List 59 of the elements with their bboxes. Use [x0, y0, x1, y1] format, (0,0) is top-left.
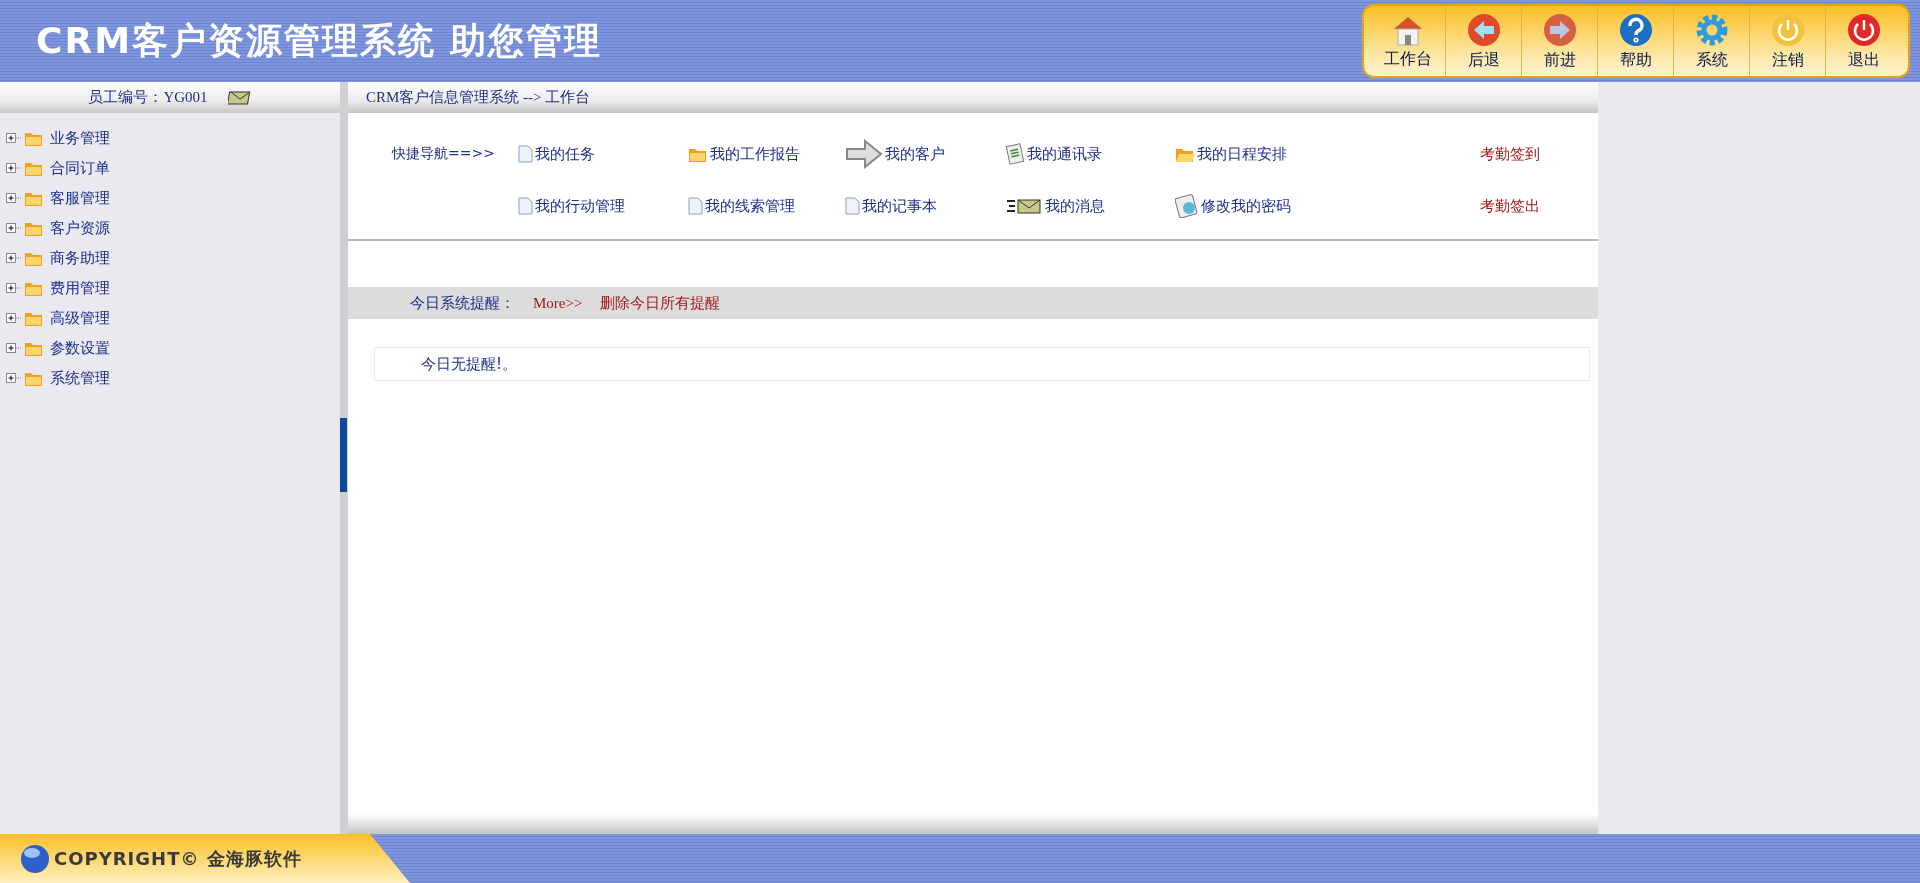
breadcrumb: CRM客户信息管理系统 --> 工作台	[348, 82, 1598, 113]
power-icon	[1769, 11, 1806, 48]
quick-nav-link[interactable]: 修改我的密码	[1175, 187, 1480, 225]
app-title: CRM客户资源管理系统 助您管理	[36, 18, 603, 63]
quick-nav-link[interactable]: 我的行动管理	[518, 187, 688, 225]
reminder-label: 今日系统提醒：	[410, 293, 515, 313]
toolbar-button[interactable]: 前进	[1522, 6, 1598, 76]
expand-icon[interactable]	[6, 252, 22, 264]
help-icon	[1617, 11, 1654, 48]
tree-item[interactable]: 业务管理	[50, 128, 110, 148]
attendance-link[interactable]: 考勤签出	[1480, 196, 1598, 216]
power-icon	[1846, 11, 1882, 48]
splitter-handle[interactable]	[340, 418, 347, 492]
document-icon	[518, 145, 533, 163]
quick-nav-link[interactable]: 我的记事本	[845, 187, 1005, 225]
tree-item[interactable]: 费用管理	[50, 278, 110, 298]
quick-nav-link[interactable]: 我的工作报告	[688, 135, 845, 173]
document-icon	[688, 197, 703, 215]
document-icon	[518, 197, 533, 215]
envelope-icon	[1005, 198, 1043, 214]
expand-icon[interactable]	[6, 192, 22, 204]
globe-icon	[20, 843, 50, 874]
toolbar-button[interactable]: 退出	[1826, 6, 1902, 76]
tree-item[interactable]: 客户资源	[50, 218, 110, 238]
tree-item[interactable]: 客服管理	[50, 188, 110, 208]
quick-nav-link[interactable]: 我的通讯录	[1005, 135, 1175, 173]
expand-icon[interactable]	[6, 162, 22, 174]
delete-reminders-link[interactable]: 删除今日所有提醒	[600, 293, 721, 313]
toolbar-button[interactable]: 注销	[1750, 6, 1826, 76]
attendance-link[interactable]: 考勤签到	[1480, 144, 1598, 164]
empty-reminder-message: 今日无提醒!。	[374, 347, 1590, 381]
envelope-icon[interactable]	[227, 89, 252, 106]
expand-icon[interactable]	[6, 282, 22, 294]
quick-nav-link[interactable]: 我的任务	[518, 135, 688, 173]
quick-nav-link[interactable]: 我的线索管理	[688, 187, 845, 225]
toolbar-button[interactable]: 工作台	[1370, 6, 1446, 76]
toolbar-button[interactable]: 后退	[1446, 6, 1522, 76]
expand-icon[interactable]	[6, 312, 22, 324]
tree-item[interactable]: 商务助理	[50, 248, 110, 268]
tree-item[interactable]: 参数设置	[50, 338, 110, 358]
expand-icon[interactable]	[6, 372, 22, 384]
tree-item[interactable]: 合同订单	[50, 158, 110, 178]
expand-icon[interactable]	[6, 342, 22, 354]
toolbar-button[interactable]: 系统	[1674, 6, 1750, 76]
document-icon	[845, 197, 860, 215]
expand-icon[interactable]	[6, 132, 22, 144]
employee-id: 员工编号：YG001	[88, 88, 208, 107]
more-link[interactable]: More>>	[533, 294, 583, 312]
expand-icon[interactable]	[6, 222, 22, 234]
copyright-text: COPYRIGHT© 金海豚软件	[54, 846, 302, 871]
toolbar-button[interactable]: 帮助	[1598, 6, 1674, 76]
quick-nav-link[interactable]: 我的消息	[1005, 187, 1175, 225]
right-arrow-icon	[845, 139, 883, 169]
tree-item[interactable]: 系统管理	[50, 368, 110, 388]
quick-nav-label: 快捷导航==>>	[392, 145, 496, 163]
quick-nav-link[interactable]: 我的客户	[845, 135, 1005, 173]
quick-nav-link[interactable]: 我的日程安排	[1175, 135, 1480, 173]
list-icon	[1005, 143, 1025, 165]
tree-item[interactable]: 高级管理	[50, 308, 110, 328]
